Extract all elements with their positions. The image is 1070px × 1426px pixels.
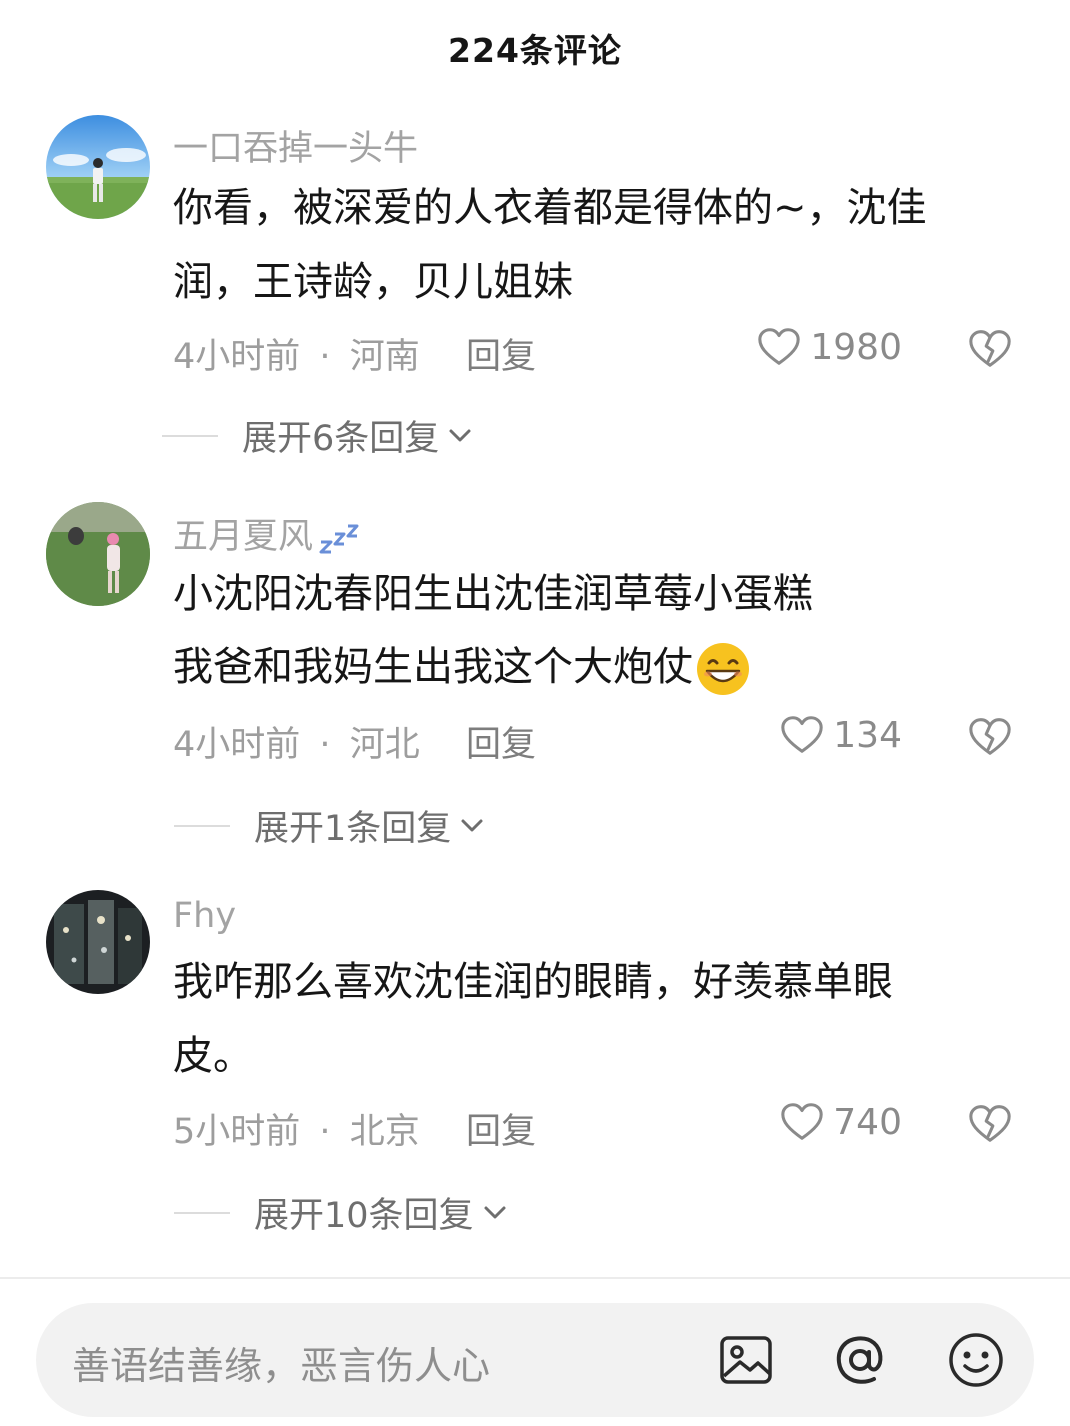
heart-outline-icon bbox=[758, 328, 801, 365]
comment-meta: 5小时前 · 北京 bbox=[173, 1103, 420, 1154]
expand-replies-label: 展开10条回复 bbox=[254, 1196, 474, 1236]
like-button[interactable]: 740 bbox=[779, 1099, 902, 1145]
smiley-icon[interactable] bbox=[946, 1330, 1006, 1390]
input-divider bbox=[0, 1277, 1070, 1279]
comment-count-title: 224条评论 bbox=[448, 31, 622, 70]
comment-text: 我咋那么喜欢沈佳润的眼睛，好羡慕单眼 bbox=[173, 959, 893, 1005]
chevron-down-icon bbox=[484, 1206, 506, 1218]
divider-line bbox=[174, 824, 230, 827]
sleeping-zzz-icon bbox=[319, 524, 359, 554]
comment-location: 河北 bbox=[349, 725, 420, 765]
at-icon[interactable] bbox=[830, 1330, 890, 1390]
expand-replies-label: 展开6条回复 bbox=[242, 419, 440, 459]
comment-location: 河南 bbox=[349, 337, 420, 377]
avatar[interactable] bbox=[46, 890, 150, 994]
meta-separator: · bbox=[319, 725, 331, 765]
meta-separator: · bbox=[319, 337, 331, 377]
like-count: 134 bbox=[833, 714, 902, 756]
broken-heart-icon[interactable] bbox=[965, 325, 1015, 371]
heart-outline-icon bbox=[781, 1103, 823, 1140]
expand-replies-button[interactable]: 展开1条回复 bbox=[174, 800, 487, 851]
broken-heart-icon[interactable] bbox=[965, 1100, 1015, 1146]
comment-input-bar[interactable]: 善语结善缘，恶言伤人心 bbox=[36, 1303, 1034, 1417]
chevron-down-icon bbox=[449, 429, 471, 441]
comments-header: 224条评论 bbox=[0, 0, 1070, 100]
comment-text: 我爸和我妈生出我这个大炮仗 bbox=[173, 641, 751, 697]
like-button[interactable]: 134 bbox=[779, 712, 902, 758]
expand-replies-button[interactable]: 展开6条回复 bbox=[162, 410, 475, 461]
username[interactable]: Fhy bbox=[173, 896, 236, 936]
comment-meta: 4小时前 · 河北 bbox=[173, 716, 420, 767]
expand-replies-label: 展开1条回复 bbox=[254, 809, 452, 849]
comment-location: 北京 bbox=[349, 1112, 420, 1152]
grinning-emoji-icon bbox=[697, 643, 749, 695]
username[interactable]: 五月夏风 bbox=[173, 508, 363, 559]
heart-outline-icon bbox=[781, 716, 823, 753]
meta-separator: · bbox=[319, 1112, 331, 1152]
username-text: 五月夏风 bbox=[173, 517, 314, 557]
comment-time: 5小时前 bbox=[173, 1112, 301, 1152]
broken-heart-icon[interactable] bbox=[965, 713, 1015, 759]
comment-time: 4小时前 bbox=[173, 725, 301, 765]
comment-text: 小沈阳沈春阳生出沈佳润草莓小蛋糕 bbox=[173, 571, 813, 617]
like-count: 740 bbox=[833, 1101, 902, 1143]
divider-line bbox=[162, 434, 218, 437]
username[interactable]: 一口吞掉一头牛 bbox=[173, 120, 418, 171]
avatar[interactable] bbox=[46, 115, 150, 219]
comment-text: 皮。 bbox=[173, 1033, 253, 1079]
comment-text-segment: 我爸和我妈生出我这个大炮仗 bbox=[173, 644, 693, 690]
like-count: 1980 bbox=[810, 326, 902, 368]
comment-time: 4小时前 bbox=[173, 337, 301, 377]
reply-button[interactable]: 回复 bbox=[466, 1103, 536, 1154]
comment-text: 你看，被深爱的人衣着都是得体的~，沈佳 bbox=[173, 185, 927, 231]
reply-button[interactable]: 回复 bbox=[466, 716, 536, 767]
reply-button[interactable]: 回复 bbox=[466, 328, 536, 379]
avatar[interactable] bbox=[46, 502, 150, 606]
divider-line bbox=[174, 1211, 230, 1214]
image-icon[interactable] bbox=[716, 1330, 776, 1390]
comment-input-placeholder[interactable]: 善语结善缘，恶言伤人心 bbox=[72, 1335, 490, 1390]
chevron-down-icon bbox=[461, 819, 483, 831]
comment-meta: 4小时前 · 河南 bbox=[173, 328, 420, 379]
expand-replies-button[interactable]: 展开10条回复 bbox=[174, 1187, 510, 1238]
like-button[interactable]: 1980 bbox=[756, 324, 902, 370]
comment-text: 润，王诗龄，贝儿姐妹 bbox=[173, 259, 573, 305]
